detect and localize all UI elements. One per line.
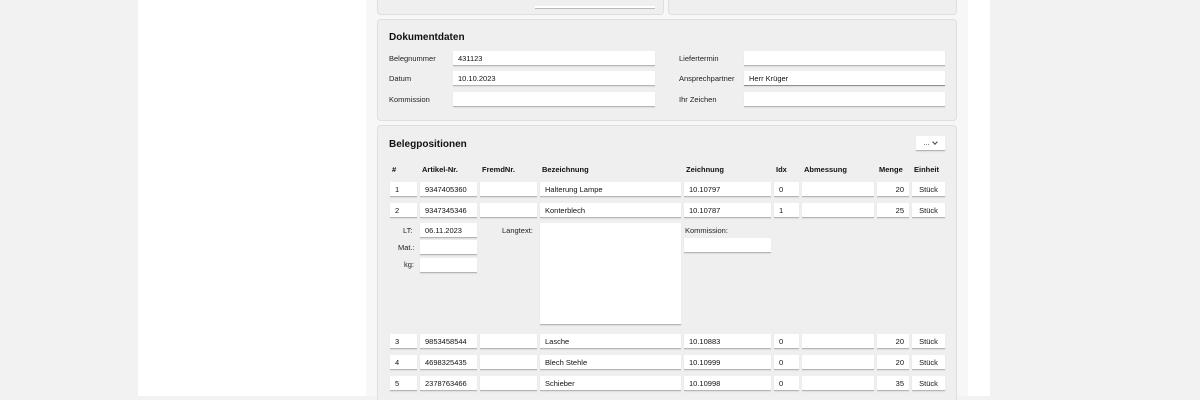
row-5-abmessung[interactable] [802, 376, 874, 391]
liefertermin-label: Liefertermin [679, 54, 719, 63]
row-2-bezeichnung[interactable]: Konterblech [540, 203, 681, 218]
row-5-artikel[interactable]: 2378763466 [420, 376, 477, 391]
row-2-menge[interactable]: 25 [877, 203, 909, 218]
row-5-idx[interactable]: 0 [774, 376, 799, 391]
kommission-field[interactable] [453, 92, 655, 107]
langtext-textarea[interactable] [540, 223, 681, 325]
row-4-bezeichnung[interactable]: Blech Stehle [540, 355, 681, 370]
kommission-label: Kommission [389, 95, 430, 104]
lt-field[interactable]: 06.11.2023 [420, 223, 477, 238]
langtext-label: Langtext: [502, 226, 533, 235]
datum-label: Datum [389, 74, 412, 83]
row-3-menge[interactable]: 20 [877, 334, 909, 349]
row-1-abmessung[interactable] [802, 182, 874, 197]
ansprechpartner-field[interactable]: Herr Krüger [744, 71, 945, 86]
col-header-artikel: Artikel-Nr. [422, 165, 458, 174]
belegnummer-field[interactable]: 431123 [453, 51, 655, 66]
top-field-edge [535, 6, 655, 9]
right-panel [968, 0, 990, 396]
chevron-down-icon [932, 139, 939, 145]
col-header-menge: Menge [879, 165, 903, 174]
document-data-card: Dokumentdaten Belegnummer 431123 Datum 1… [377, 19, 957, 121]
row-2-idx[interactable]: 1 [774, 203, 799, 218]
liefertermin-field[interactable] [744, 51, 945, 66]
positions-menu-button[interactable]: ... [916, 136, 945, 151]
positions-menu-label: ... [923, 139, 930, 147]
row-1-idx[interactable]: 0 [774, 182, 799, 197]
kommission-detail-label: Kommission: [685, 226, 728, 235]
row-2-einheit[interactable]: Stück [912, 203, 945, 218]
row-1-no: 1 [390, 182, 417, 197]
row-3-zeichnung[interactable]: 10.10883 [684, 334, 771, 349]
row-3-no: 3 [390, 334, 417, 349]
row-2-no: 2 [390, 203, 417, 218]
row-1-zeichnung[interactable]: 10.10797 [684, 182, 771, 197]
top-right-card [668, 0, 957, 15]
row-2-artikel[interactable]: 9347345346 [420, 203, 477, 218]
row-5-no: 5 [390, 376, 417, 391]
col-header-einheit: Einheit [914, 165, 940, 174]
row-1-artikel[interactable]: 9347405360 [420, 182, 477, 197]
col-header-fremd: FremdNr. [482, 165, 515, 174]
left-panel [138, 0, 366, 396]
col-header-idx: Idx [776, 165, 787, 174]
row-1-einheit[interactable]: Stück [912, 182, 945, 197]
col-header-abmessung: Abmessung [804, 165, 847, 174]
datum-field[interactable]: 10.10.2023 [453, 71, 655, 86]
kg-field[interactable] [420, 258, 477, 273]
row-2-fremd[interactable] [480, 203, 537, 218]
lt-label: LT: [403, 226, 413, 235]
mat-field[interactable] [420, 240, 477, 255]
row-4-fremd[interactable] [480, 355, 537, 370]
kg-label: kg: [404, 260, 415, 269]
ihr-zeichen-field[interactable] [744, 92, 945, 107]
row-1-menge[interactable]: 20 [877, 182, 909, 197]
row-5-einheit[interactable]: Stück [912, 376, 945, 391]
positions-title: Belegpositionen [389, 139, 467, 150]
row-5-bezeichnung[interactable]: Schieber [540, 376, 681, 391]
row-4-artikel[interactable]: 4698325435 [420, 355, 477, 370]
row-2-zeichnung[interactable]: 10.10787 [684, 203, 771, 218]
row-4-einheit[interactable]: Stück [912, 355, 945, 370]
row-1-fremd[interactable] [480, 182, 537, 197]
ihr-zeichen-label: Ihr Zeichen [679, 95, 717, 104]
row-3-abmessung[interactable] [802, 334, 874, 349]
row-5-menge[interactable]: 35 [877, 376, 909, 391]
row-4-abmessung[interactable] [802, 355, 874, 370]
row-4-menge[interactable]: 20 [877, 355, 909, 370]
row-3-artikel[interactable]: 9853458544 [420, 334, 477, 349]
row-5-zeichnung[interactable]: 10.10998 [684, 376, 771, 391]
col-header-zeichnung: Zeichnung [686, 165, 724, 174]
row-2-abmessung[interactable] [802, 203, 874, 218]
row-3-idx[interactable]: 0 [774, 334, 799, 349]
ansprechpartner-label: Ansprechpartner [679, 74, 735, 83]
row-1-bezeichnung[interactable]: Halterung Lampe [540, 182, 681, 197]
row-3-fremd[interactable] [480, 334, 537, 349]
positions-card: Belegpositionen ... # Artikel-Nr. FremdN… [377, 125, 957, 400]
row-4-no: 4 [390, 355, 417, 370]
belegnummer-label: Belegnummer [389, 54, 436, 63]
mat-label: Mat.: [398, 243, 415, 252]
document-data-title: Dokumentdaten [389, 32, 465, 43]
col-header-no: # [392, 165, 397, 174]
row-3-bezeichnung[interactable]: Lasche [540, 334, 681, 349]
row-5-fremd[interactable] [480, 376, 537, 391]
top-left-card [377, 0, 664, 15]
kommission-detail-field[interactable] [684, 238, 771, 253]
col-header-bezeichnung: Bezeichnung [542, 165, 589, 174]
row-3-einheit[interactable]: Stück [912, 334, 945, 349]
row-4-zeichnung[interactable]: 10.10999 [684, 355, 771, 370]
row-4-idx[interactable]: 0 [774, 355, 799, 370]
